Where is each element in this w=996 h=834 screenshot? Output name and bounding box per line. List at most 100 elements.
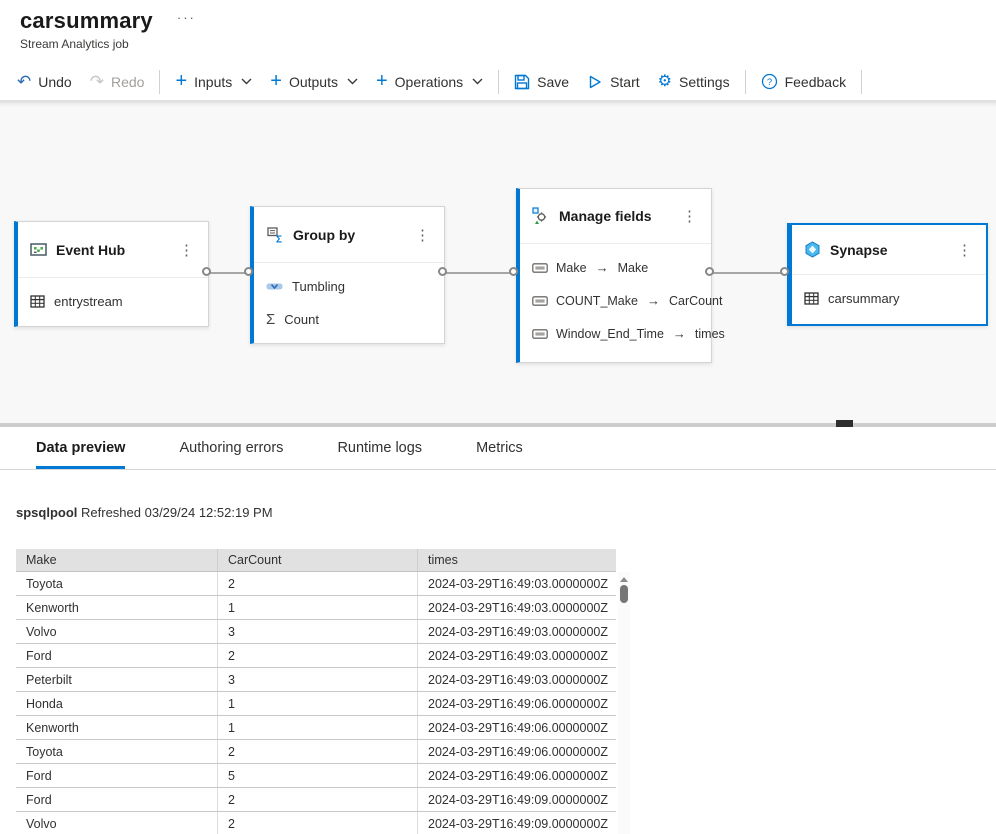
table-vscrollbar[interactable] (618, 572, 630, 834)
help-circle-icon: ? (761, 73, 778, 90)
node-item-aggregate[interactable]: Σ Count (254, 303, 444, 336)
column-header-make[interactable]: Make (16, 549, 218, 571)
more-options-icon[interactable]: ··· (177, 10, 196, 25)
table-header-row: Make CarCount times (16, 549, 616, 572)
table-cell: Kenworth (16, 596, 218, 619)
table-cell: Volvo (16, 620, 218, 643)
save-icon (514, 74, 530, 90)
node-synapse[interactable]: Synapse ⋮ carsummary (787, 223, 988, 326)
node-menu-icon[interactable]: ⋮ (953, 241, 976, 259)
save-button[interactable]: Save (505, 67, 578, 97)
settings-label: Settings (679, 74, 730, 90)
scroll-up-icon[interactable] (620, 577, 628, 582)
add-inputs-dropdown[interactable]: + Inputs (166, 67, 261, 97)
table-cell: 2024-03-29T16:49:06.0000000Z (418, 764, 616, 787)
table-row: Volvo22024-03-29T16:49:09.0000000Z (16, 812, 616, 834)
settings-button[interactable]: ⚙ Settings (649, 67, 739, 97)
table-cell: 2024-03-29T16:49:06.0000000Z (418, 740, 616, 763)
gear-icon: ⚙ (658, 74, 672, 90)
table-cell: Kenworth (16, 716, 218, 739)
node-item-carsummary[interactable]: carsummary (792, 282, 986, 315)
preview-status-line: spsqlpool Refreshed 03/29/24 12:52:19 PM (16, 505, 273, 520)
output-port[interactable] (705, 267, 714, 276)
toolbar-separator (745, 70, 746, 94)
field-mapping[interactable]: Make → Make (520, 251, 711, 284)
node-group-by[interactable]: Σ Group by ⋮ Tumbling Σ Count (250, 206, 445, 344)
node-title: Event Hub (56, 242, 166, 258)
redo-icon: ↷ (90, 73, 104, 90)
column-header-times[interactable]: times (418, 549, 616, 571)
tab-runtime-logs[interactable]: Runtime logs (337, 427, 422, 469)
plus-icon: + (270, 71, 282, 91)
group-by-icon: Σ (266, 226, 284, 244)
table-cell: Toyota (16, 740, 218, 763)
canvas-hscrollbar-thumb[interactable] (836, 420, 853, 427)
field-from: Make (556, 261, 587, 275)
table-row: Toyota22024-03-29T16:49:03.0000000Z (16, 572, 616, 596)
save-label: Save (537, 74, 569, 90)
undo-icon: ↶ (17, 73, 31, 90)
operations-label: Operations (395, 74, 463, 90)
node-title: Manage fields (559, 208, 669, 224)
table-row: Peterbilt32024-03-29T16:49:03.0000000Z (16, 668, 616, 692)
tab-metrics[interactable]: Metrics (476, 427, 523, 469)
table-cell: Toyota (16, 572, 218, 595)
field-mapping[interactable]: Window_End_Time → times (520, 317, 711, 350)
table-cell: Peterbilt (16, 668, 218, 691)
page-title: carsummary (20, 8, 153, 34)
undo-label: Undo (38, 74, 71, 90)
field-mapping[interactable]: COUNT_Make → CarCount (520, 284, 711, 317)
table-cell: 3 (218, 668, 418, 691)
column-header-carcount[interactable]: CarCount (218, 549, 418, 571)
input-port[interactable] (244, 267, 253, 276)
node-item-entrystream[interactable]: entrystream (18, 285, 208, 318)
redo-button[interactable]: ↷ Redo (81, 67, 154, 97)
arrow-right-icon: → (595, 260, 610, 275)
field-to: times (695, 327, 725, 341)
table-cell: 2024-03-29T16:49:03.0000000Z (418, 572, 616, 595)
feedback-button[interactable]: ? Feedback (752, 67, 855, 97)
synapse-icon (804, 241, 821, 258)
table-cell: 2 (218, 788, 418, 811)
table-cell: 2024-03-29T16:49:06.0000000Z (418, 692, 616, 715)
field-to: CarCount (669, 294, 723, 308)
toolbar-separator (861, 70, 862, 94)
node-menu-icon[interactable]: ⋮ (175, 241, 198, 259)
stream-analytics-editor: carsummary ··· Stream Analytics job ↶ Un… (0, 0, 996, 834)
table-cell: 2024-03-29T16:49:03.0000000Z (418, 620, 616, 643)
table-cell: 2 (218, 572, 418, 595)
table-cell: 1 (218, 596, 418, 619)
start-button[interactable]: Start (578, 67, 649, 97)
connector-wire (709, 272, 785, 274)
tab-data-preview[interactable]: Data preview (36, 427, 125, 469)
node-item-window[interactable]: Tumbling (254, 270, 444, 303)
arrow-right-icon: → (672, 326, 687, 341)
table-cell: 2 (218, 740, 418, 763)
play-icon (587, 74, 603, 90)
chevron-down-icon (347, 78, 358, 85)
input-port[interactable] (509, 267, 518, 276)
chevron-down-icon (241, 78, 252, 85)
output-port[interactable] (202, 267, 211, 276)
node-manage-fields[interactable]: Manage fields ⋮ Make → Make COUNT_Make (516, 188, 712, 363)
node-menu-icon[interactable]: ⋮ (678, 207, 701, 225)
add-outputs-dropdown[interactable]: + Outputs (261, 67, 367, 97)
input-port[interactable] (780, 267, 789, 276)
table-row: Kenworth12024-03-29T16:49:03.0000000Z (16, 596, 616, 620)
page-subtitle: Stream Analytics job (20, 37, 196, 51)
data-preview-table: Make CarCount times Toyota22024-03-29T16… (16, 549, 616, 834)
table-cell: 2024-03-29T16:49:03.0000000Z (418, 668, 616, 691)
redo-label: Redo (111, 74, 144, 90)
preview-source-name: spsqlpool (16, 505, 77, 520)
table-cell: 2024-03-29T16:49:09.0000000Z (418, 788, 616, 811)
table-cell: Ford (16, 788, 218, 811)
node-event-hub[interactable]: Event Hub ⋮ entrystream (14, 221, 209, 327)
output-port[interactable] (438, 267, 447, 276)
table-row: Volvo32024-03-29T16:49:03.0000000Z (16, 620, 616, 644)
add-operations-dropdown[interactable]: + Operations (367, 67, 492, 97)
node-menu-icon[interactable]: ⋮ (411, 226, 434, 244)
undo-button[interactable]: ↶ Undo (8, 67, 81, 97)
table-vscrollbar-thumb[interactable] (620, 585, 628, 603)
diagram-canvas[interactable]: Event Hub ⋮ entrystream Σ Group by ⋮ (0, 101, 996, 427)
tab-authoring-errors[interactable]: Authoring errors (179, 427, 283, 469)
